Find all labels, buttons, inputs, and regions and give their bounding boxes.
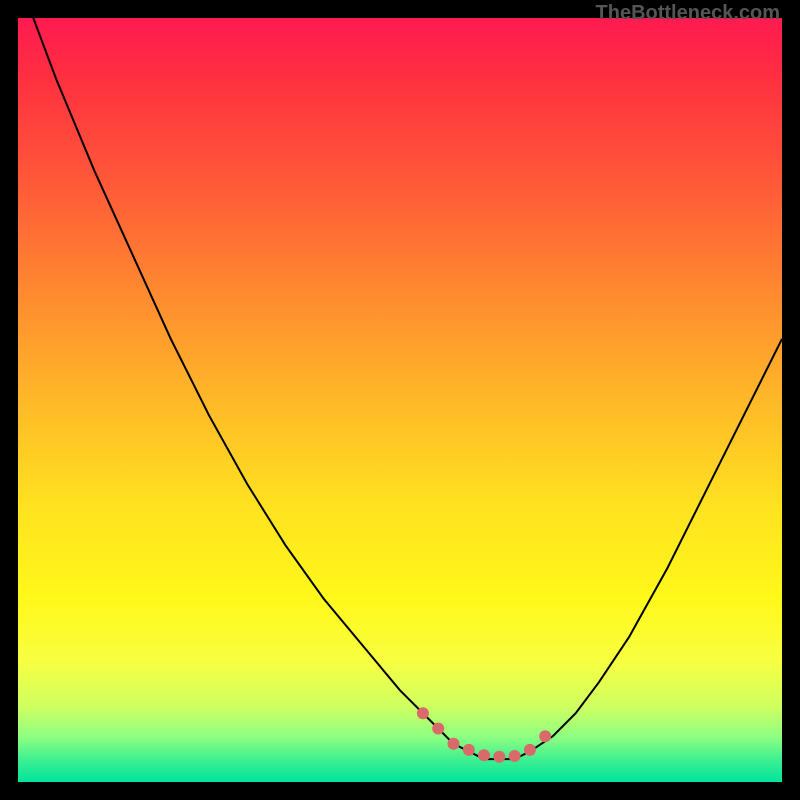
curve-marker [448,738,460,750]
plot-area [18,18,782,782]
bottleneck-curve [18,18,782,759]
curve-marker [493,751,505,763]
curve-marker [539,730,551,742]
chart-svg [18,18,782,782]
marker-group [417,707,551,763]
curve-marker [478,749,490,761]
curve-marker [432,723,444,735]
curve-marker [463,744,475,756]
curve-marker [509,750,521,762]
curve-marker [524,744,536,756]
site-watermark: TheBottleneck.com [596,2,780,25]
curve-marker [417,707,429,719]
chart-container: TheBottleneck.com [0,0,800,800]
